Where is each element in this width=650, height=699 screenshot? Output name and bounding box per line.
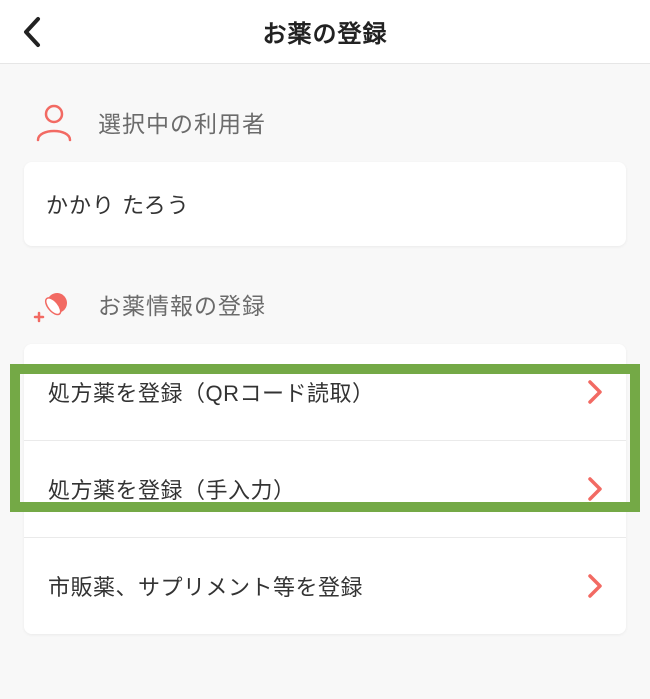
selected-user-name: かかり たろう: [46, 193, 190, 218]
option-label: 処方薬を登録（手入力）: [48, 473, 296, 505]
page-title: お薬の登録: [0, 14, 650, 49]
section-label-user: 選択中の利用者: [98, 105, 266, 139]
option-label: 処方薬を登録（QRコード読取）: [48, 376, 375, 408]
option-label: 市販薬、サプリメント等を登録: [48, 570, 363, 602]
section-header-user: 選択中の利用者: [24, 64, 626, 162]
medicine-options-list: 処方薬を登録（QRコード読取） 処方薬を登録（手入力） 市販薬、サプリメント等を…: [24, 344, 626, 634]
user-icon: [32, 100, 76, 144]
option-register-manual[interactable]: 処方薬を登録（手入力）: [24, 441, 626, 538]
chevron-right-icon: [588, 477, 602, 501]
selected-user-card: かかり たろう: [24, 162, 626, 246]
chevron-right-icon: [588, 574, 602, 598]
chevron-right-icon: [588, 380, 602, 404]
section-header-medicine: お薬情報の登録: [24, 246, 626, 344]
option-register-otc[interactable]: 市販薬、サプリメント等を登録: [24, 538, 626, 634]
pill-icon: [32, 282, 76, 326]
section-label-medicine: お薬情報の登録: [98, 287, 266, 321]
chevron-left-icon: [22, 16, 42, 48]
option-register-qr[interactable]: 処方薬を登録（QRコード読取）: [24, 344, 626, 441]
back-button[interactable]: [8, 0, 56, 64]
app-header: お薬の登録: [0, 0, 650, 64]
